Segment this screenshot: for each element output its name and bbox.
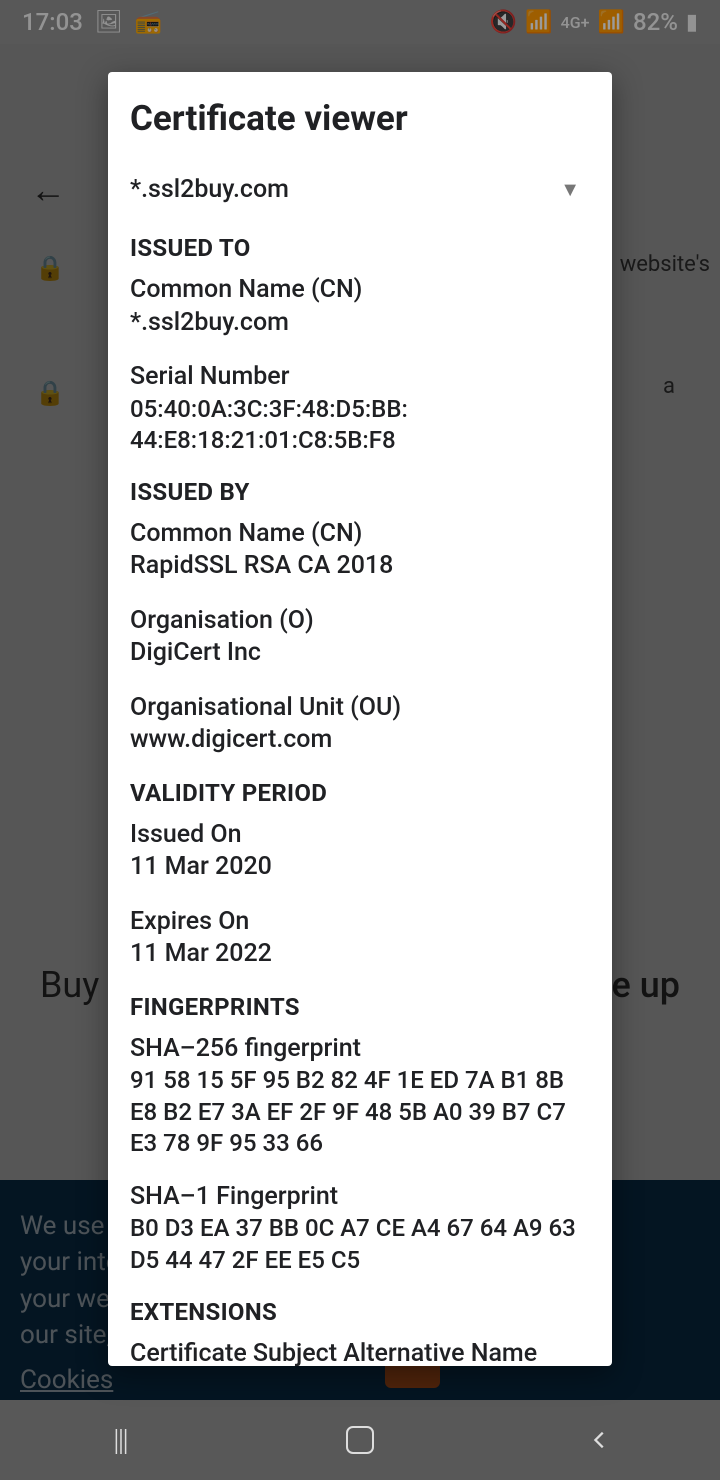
field-san: Certificate Subject Alternative Name *.s… [130, 1338, 590, 1366]
section-heading-extensions: EXTENSIONS [130, 1298, 590, 1326]
nav-recent-button[interactable]: ||| [100, 1420, 140, 1460]
field-serial: Serial Number 05:40:0A:3C:3F:48:D5:BB: 4… [130, 361, 590, 456]
field-label: Expires On [130, 906, 590, 939]
certificate-dropdown[interactable]: *.ssl2buy.com ▼ [130, 175, 590, 204]
section-heading-issued-to: ISSUED TO [130, 234, 590, 262]
field-sha1: SHA–1 Fingerprint B0 D3 EA 37 BB 0C A7 C… [130, 1181, 590, 1276]
field-cn-issued-by: Common Name (CN) RapidSSL RSA CA 2018 [130, 518, 590, 583]
field-value: 05:40:0A:3C:3F:48:D5:BB: 44:E8:18:21:01:… [130, 394, 590, 456]
modal-title: Certificate viewer [130, 98, 590, 139]
field-expires-on: Expires On 11 Mar 2022 [130, 906, 590, 971]
field-label: Serial Number [130, 361, 590, 394]
field-value: DigiCert Inc [130, 637, 590, 670]
field-value: RapidSSL RSA CA 2018 [130, 550, 590, 583]
nav-back-button[interactable] [580, 1420, 620, 1460]
field-label: Organisation (O) [130, 605, 590, 638]
field-label: SHA–256 fingerprint [130, 1033, 590, 1066]
field-label: Issued On [130, 819, 590, 852]
field-org: Organisation (O) DigiCert Inc [130, 605, 590, 670]
section-heading-issued-by: ISSUED BY [130, 478, 590, 506]
dropdown-value: *.ssl2buy.com [130, 175, 289, 204]
field-value: 11 Mar 2020 [130, 851, 590, 884]
field-value: 11 Mar 2022 [130, 938, 590, 971]
section-heading-validity: VALIDITY PERIOD [130, 779, 590, 807]
field-cn-issued-to: Common Name (CN) *.ssl2buy.com [130, 274, 590, 339]
certificate-viewer-modal: Certificate viewer *.ssl2buy.com ▼ ISSUE… [108, 72, 612, 1366]
field-sha256: SHA–256 fingerprint 91 58 15 5F 95 B2 82… [130, 1033, 590, 1159]
field-ou: Organisational Unit (OU) www.digicert.co… [130, 692, 590, 757]
chevron-down-icon: ▼ [560, 177, 580, 202]
field-value: 91 58 15 5F 95 B2 82 4F 1E ED 7A B1 8B E… [130, 1065, 590, 1159]
field-label: Common Name (CN) [130, 274, 590, 307]
field-value: www.digicert.com [130, 724, 590, 757]
system-nav-bar: ||| [0, 1400, 720, 1480]
field-value: *.ssl2buy.com [130, 307, 590, 340]
field-issued-on: Issued On 11 Mar 2020 [130, 819, 590, 884]
nav-home-button[interactable] [340, 1420, 380, 1460]
field-value: B0 D3 EA 37 BB 0C A7 CE A4 67 64 A9 63 D… [130, 1213, 590, 1275]
field-label: Certificate Subject Alternative Name [130, 1338, 590, 1366]
field-label: Organisational Unit (OU) [130, 692, 590, 725]
field-label: SHA–1 Fingerprint [130, 1181, 590, 1214]
field-label: Common Name (CN) [130, 518, 590, 551]
section-heading-fingerprints: FINGERPRINTS [130, 993, 590, 1021]
